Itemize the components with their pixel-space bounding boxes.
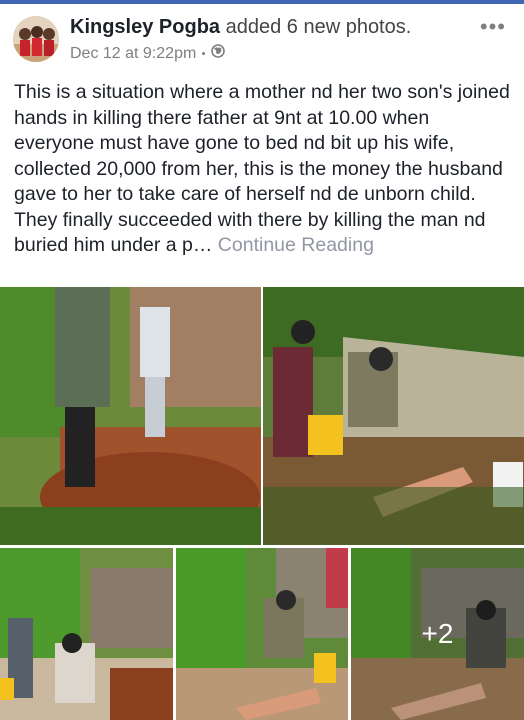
more-photos-count[interactable]: +2	[351, 548, 524, 720]
post-photo-3[interactable]	[0, 548, 173, 720]
separator-dot	[202, 52, 206, 55]
post-photo-1[interactable]	[0, 287, 261, 545]
author-name[interactable]: Kingsley Pogba	[70, 16, 220, 38]
globe-icon[interactable]	[211, 44, 226, 63]
more-options-icon[interactable]: •••	[480, 14, 506, 40]
top-accent-bar	[0, 0, 524, 4]
post-photo-4[interactable]	[176, 548, 348, 720]
post-action: added 6 new photos.	[225, 16, 412, 38]
post-meta: Dec 12 at 9:22pm	[70, 44, 226, 63]
continue-reading-link[interactable]: Continue Reading	[218, 234, 374, 256]
post-body: This is a situation where a mother nd he…	[14, 80, 510, 259]
post-photo-2[interactable]	[263, 287, 524, 545]
post-header: Kingsley Pogba added 6 new photos.	[70, 16, 411, 39]
avatar[interactable]	[13, 16, 59, 62]
post-photo-5[interactable]: +2	[351, 548, 524, 720]
post-text: This is a situation where a mother nd he…	[14, 81, 510, 256]
post-timestamp[interactable]: Dec 12 at 9:22pm	[70, 45, 196, 63]
